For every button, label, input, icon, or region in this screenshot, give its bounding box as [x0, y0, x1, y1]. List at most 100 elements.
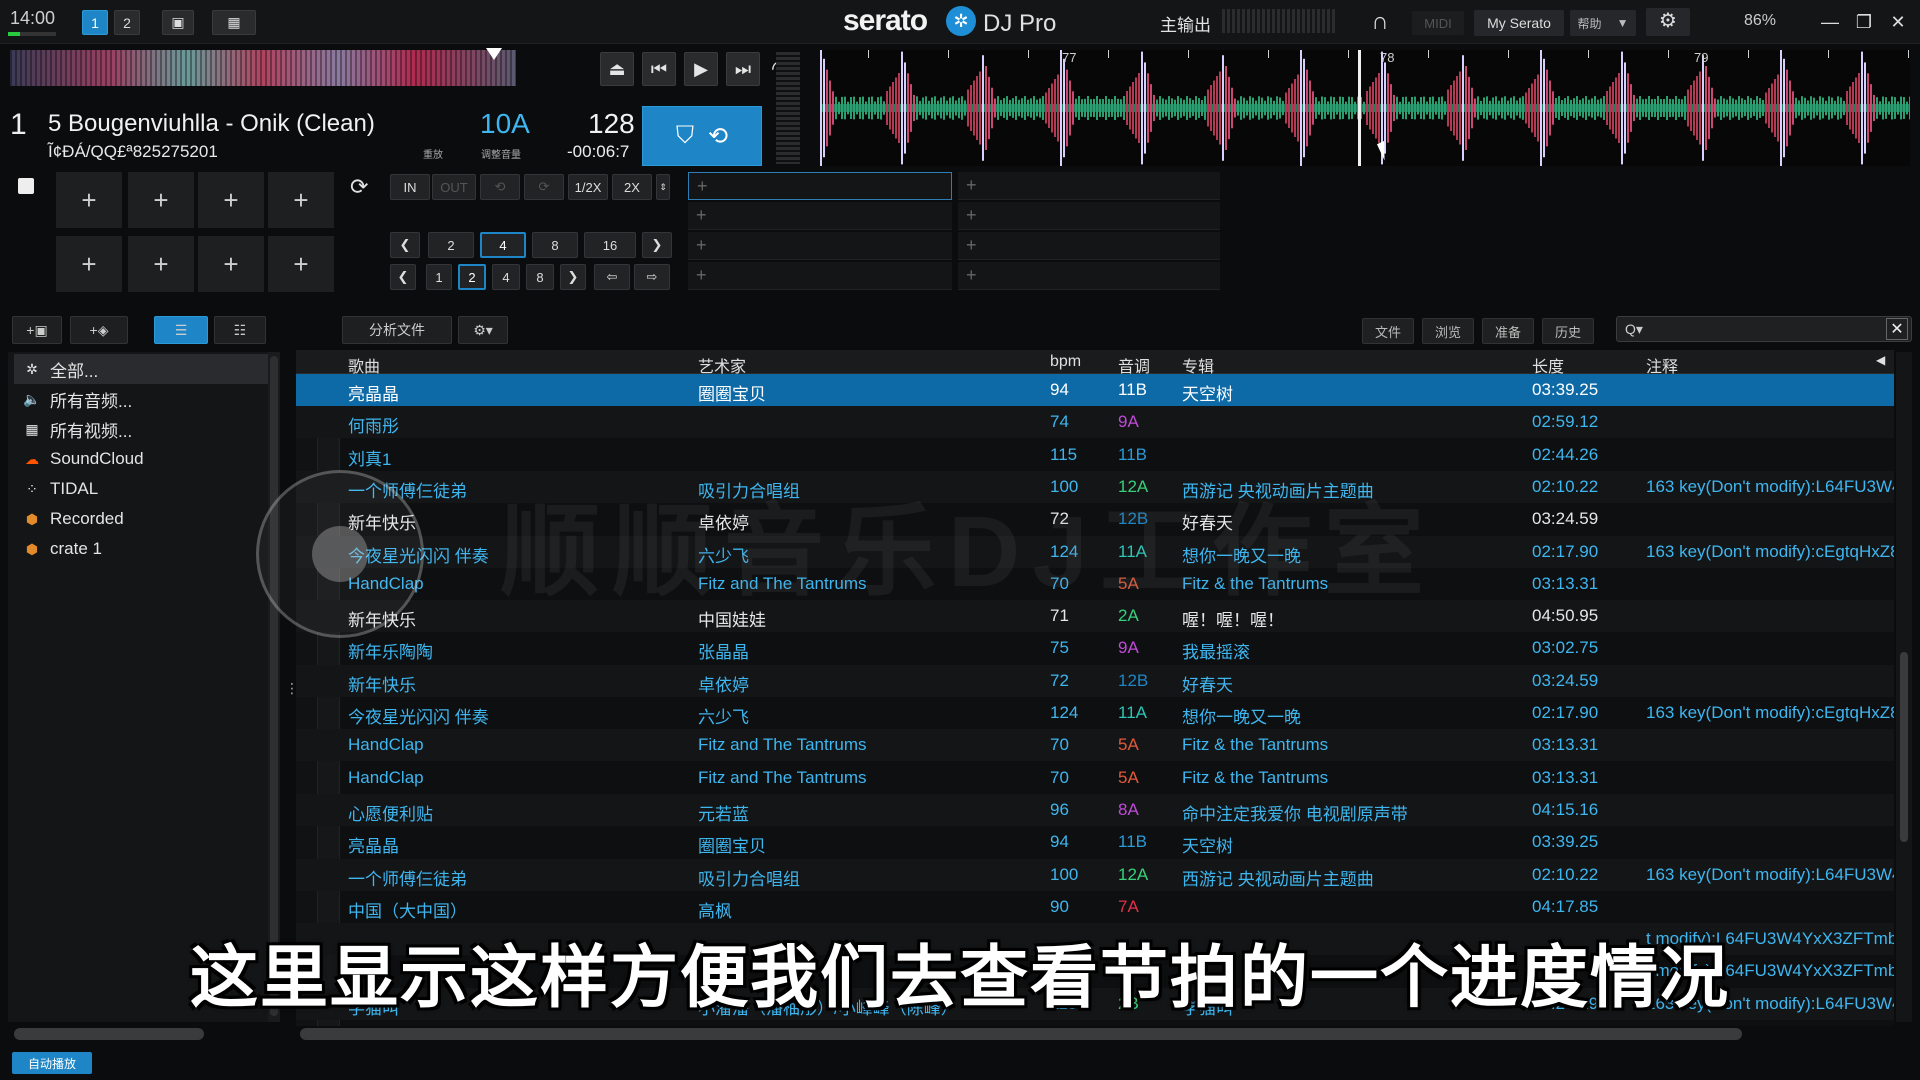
column-header-bpm[interactable]: bpm [1050, 353, 1081, 371]
main-waveform[interactable]: 77 78 79 [820, 50, 1910, 166]
headphones-icon[interactable]: ∩ [1366, 8, 1394, 36]
loop-slot-6[interactable]: + [958, 232, 1220, 260]
table-row[interactable]: 亮晶晶 圈圈宝贝 94 11B 天空树 03:39.25 [296, 826, 1894, 858]
table-row[interactable]: 一个师傅仨徒弟 吸引力合唱组 100 12A 西游记 央视动画片主题曲 02:10.22 1… [296, 858, 1894, 891]
add-crate-button[interactable]: +▣ [12, 316, 62, 344]
beatjump-2[interactable]: 2 [428, 232, 474, 258]
loop-slot-1[interactable]: + [688, 172, 952, 200]
autoloop-2[interactable]: 2 [458, 264, 486, 290]
sidebar-item-all[interactable]: ✲ 全部... [14, 354, 268, 384]
minimize-icon[interactable]: — [1816, 8, 1844, 36]
waveform-bar [1441, 96, 1443, 120]
sidebar-item-recorded[interactable]: ⬢ Recorded [14, 504, 268, 534]
tab-prepare[interactable]: 准备 [1482, 318, 1534, 344]
beatjump-8[interactable]: 8 [532, 232, 578, 258]
loop-slot-3[interactable]: + [688, 202, 952, 230]
waveform-bar [1591, 98, 1593, 118]
sidebar-item-soundcloud[interactable]: ☁ SoundCloud [14, 444, 268, 474]
loop-slot-8[interactable]: + [958, 262, 1220, 290]
table-row[interactable]: 亮晶晶 圈圈宝贝 94 11B 天空树 03:39.25 [296, 374, 1894, 406]
video-view-button[interactable]: ▦ [212, 10, 256, 35]
tab-history[interactable]: 历史 [1542, 318, 1594, 344]
eject-button[interactable]: ⏏ [600, 52, 634, 86]
deck-level-meter [776, 52, 800, 164]
chevron-down-icon: ▼ [1616, 16, 1629, 30]
beatjump-forward-button[interactable]: ❯ [642, 232, 672, 258]
hot-cue-pad-1[interactable]: + [56, 172, 122, 228]
hot-cue-pad-2[interactable]: + [128, 172, 194, 228]
play-button[interactable]: ▶ [684, 52, 718, 86]
loop-slot-7[interactable]: + [688, 262, 952, 290]
sync-panel[interactable]: ⛉ ⟲ [642, 106, 762, 166]
help-dropdown[interactable]: 帮助 ▼ [1570, 10, 1636, 36]
table-row[interactable]: HandClap Fitz and The Tantrums 70 5A Fitz & … [296, 762, 1894, 794]
table-horizontal-scrollbar[interactable] [300, 1028, 1742, 1040]
add-smart-crate-button[interactable]: +◈ [70, 316, 128, 344]
midi-button[interactable]: MIDI [1412, 11, 1464, 35]
autoloop-4[interactable]: 4 [492, 264, 520, 290]
waveform-bar [1645, 98, 1647, 118]
hot-cue-pad-4[interactable]: + [268, 172, 334, 228]
loop-half-button[interactable]: 1/2X [568, 174, 608, 200]
waveform-bar [1273, 100, 1275, 116]
hot-cue-pad-8[interactable]: + [268, 236, 334, 292]
loop-slot-5[interactable]: + [688, 232, 952, 260]
sidebar-item-crate-1[interactable]: ⬢ crate 1 [14, 534, 268, 564]
table-row[interactable]: 新年快乐 卓依婷 72 12B 好春天 03:24.59 [296, 664, 1894, 697]
table-row[interactable]: 何雨彤 74 9A 02:59.12 [296, 406, 1894, 439]
loop-roll-icon[interactable]: ⟳ [350, 174, 368, 200]
loop-in-button[interactable]: IN [390, 174, 430, 200]
loop-slot-2[interactable]: + [958, 172, 1220, 200]
close-icon[interactable]: ✕ [1884, 8, 1912, 36]
sidebar-item-all-audio[interactable]: 🔈 所有音频... [14, 384, 268, 414]
loop-double-button[interactable]: 2X [612, 174, 652, 200]
library-settings-button[interactable]: ⚙▾ [458, 316, 508, 344]
autoloop-1[interactable]: 1 [426, 264, 452, 290]
list-view-button[interactable]: ☰ [154, 316, 208, 344]
autoloop-next-button[interactable]: ❯ [560, 264, 586, 290]
sidebar-item-all-video[interactable]: ▦ 所有视频... [14, 414, 268, 444]
tab-files[interactable]: 文件 [1362, 318, 1414, 344]
sidebar-item-tidal[interactable]: ⁘ TIDAL [14, 474, 268, 504]
clear-search-icon[interactable]: ✕ [1886, 318, 1908, 340]
restore-icon[interactable]: ❐ [1850, 8, 1878, 36]
table-row[interactable]: 新年乐陶陶 张晶晶 75 9A 我最摇滚 03:02.75 [296, 632, 1894, 664]
beat-shift-right-button[interactable]: ⇨ [634, 264, 670, 290]
loop-slot-4[interactable]: + [958, 202, 1220, 230]
cell-key: 5A [1118, 735, 1139, 755]
hot-cue-pad-5[interactable]: + [56, 236, 122, 292]
analyze-files-button[interactable]: 分析文件 [342, 316, 452, 344]
table-row[interactable]: HandClap Fitz and The Tantrums 70 5A Fitz & … [296, 729, 1894, 762]
hot-cue-pad-3[interactable]: + [198, 172, 264, 228]
track-overview-waveform[interactable] [10, 50, 516, 86]
search-input[interactable]: Q▾ [1616, 316, 1912, 342]
table-row[interactable]: 今夜星光闪闪 伴奏 六少飞 124 11A 想你一晚又一晚 02:17.90 163 key… [296, 697, 1894, 729]
beatjump-back-button[interactable]: ❮ [390, 232, 420, 258]
tab-browse[interactable]: 浏览 [1422, 318, 1474, 344]
hot-cue-pad-6[interactable]: + [128, 236, 194, 292]
next-button[interactable]: ⏭ [726, 52, 760, 86]
autoloop-prev-button[interactable]: ❮ [390, 264, 416, 290]
table-row[interactable]: 中国（大中国） 高枫 90 7A 04:17.85 [296, 891, 1894, 923]
view-toggle-button[interactable]: ▣ [162, 10, 194, 35]
previous-button[interactable]: ⏮ [642, 52, 676, 86]
beat-shift-left-button[interactable]: ⇦ [594, 264, 630, 290]
hot-cue-pad-7[interactable]: + [198, 236, 264, 292]
table-row[interactable]: 刘真1 115 11B 02:44.26 [296, 439, 1894, 471]
autoplay-button[interactable]: 自动播放 [12, 1052, 92, 1074]
loop-out-button[interactable]: OUT [432, 174, 476, 200]
deck-layout-2-button[interactable]: 2 [114, 10, 140, 35]
beatjump-16[interactable]: 16 [584, 232, 636, 258]
loop-toggle-button[interactable]: ⟳ [524, 174, 564, 200]
reloop-button[interactable]: ⟲ [480, 174, 520, 200]
beatjump-4[interactable]: 4 [480, 232, 526, 258]
table-row[interactable]: 心愿便利贴 元若蓝 96 8A 命中注定我爱你 电视剧原声带 04:15.16 [296, 793, 1894, 826]
detail-view-button[interactable]: ☷ [214, 316, 266, 344]
loop-size-stepper[interactable]: ⇕ [656, 174, 670, 200]
settings-button[interactable]: ⚙ [1646, 8, 1690, 36]
autoloop-8[interactable]: 8 [526, 264, 554, 290]
column-menu-icon[interactable]: ◀ [1876, 353, 1885, 367]
deck-layout-1-button[interactable]: 1 [82, 10, 108, 35]
sidebar-horizontal-scrollbar[interactable] [14, 1028, 204, 1040]
my-serato-button[interactable]: My Serato [1474, 10, 1564, 36]
